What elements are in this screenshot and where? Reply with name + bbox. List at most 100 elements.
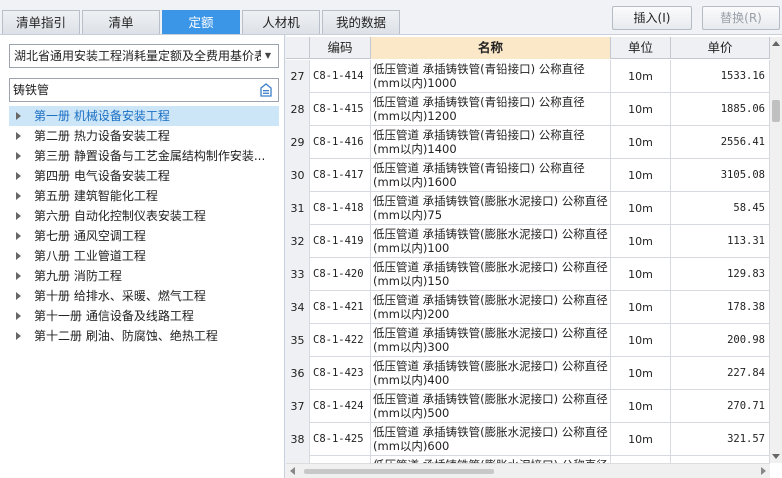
row-price: 1885.06	[671, 93, 770, 126]
scroll-right-icon[interactable]	[761, 467, 766, 475]
row-index: 34	[286, 291, 310, 324]
search-input-value: 铸铁管	[13, 83, 50, 97]
tree-item-label: 第十册 给排水、采暖、燃气工程	[34, 289, 206, 303]
locate-icon[interactable]	[259, 83, 273, 97]
row-code: C8-1-420	[310, 258, 371, 291]
row-index: 33	[286, 258, 310, 291]
scroll-left-icon[interactable]	[290, 467, 295, 475]
tree-item-label: 第三册 静置设备与工艺金属结构制作安装...	[34, 149, 266, 163]
expand-arrow-icon[interactable]	[16, 312, 21, 320]
header-index	[286, 37, 310, 59]
row-price: 200.98	[671, 324, 770, 357]
tree-item[interactable]: 第九册 消防工程	[9, 266, 279, 286]
table-row[interactable]: 35 C8-1-422 低压管道 承插铸铁管(膨胀水泥接口) 公称直径 (mm以内)…	[286, 324, 770, 357]
table-row[interactable]: 30 C8-1-417 低压管道 承插铸铁管(青铅接口) 公称直径(mm以内)160…	[286, 159, 770, 192]
row-index: 37	[286, 390, 310, 423]
tree-item[interactable]: 第十二册 刷油、防腐蚀、绝热工程	[9, 326, 279, 346]
row-name: 低压管道 承插铸铁管(青铅接口) 公称直径(mm以内)1600	[371, 159, 611, 192]
row-index: 28	[286, 93, 310, 126]
row-name: 低压管道 承插铸铁管(膨胀水泥接口) 公称直径 (mm以内)150	[371, 258, 611, 291]
table-row[interactable]: 32 C8-1-419 低压管道 承插铸铁管(膨胀水泥接口) 公称直径 (mm以内)…	[286, 225, 770, 258]
table-row[interactable]: 37 C8-1-424 低压管道 承插铸铁管(膨胀水泥接口) 公称直径 (mm以内)…	[286, 390, 770, 423]
scrollbar-thumb[interactable]	[772, 100, 780, 122]
search-input[interactable]: 铸铁管	[9, 78, 279, 102]
expand-arrow-icon[interactable]	[16, 232, 21, 240]
tree-item-label: 第四册 电气设备安装工程	[34, 169, 170, 183]
quota-grid: 编码 名称 单位 单价 27 C8-1-414 低压管道 承插铸铁管(青铅接口) 公…	[286, 35, 782, 478]
replace-button[interactable]: 替换(R)	[702, 6, 780, 30]
tree-item[interactable]: 第六册 自动化控制仪表安装工程	[9, 206, 279, 226]
scroll-up-icon[interactable]	[772, 41, 780, 46]
row-unit: 10m	[611, 423, 671, 456]
expand-arrow-icon[interactable]	[16, 252, 21, 260]
table-row[interactable]: 27 C8-1-414 低压管道 承插铸铁管(青铅接口) 公称直径(mm以内)100…	[286, 60, 770, 93]
row-name: 低压管道 承插铸铁管(膨胀水泥接口) 公称直径 (mm以内)400	[371, 357, 611, 390]
expand-arrow-icon[interactable]	[16, 272, 21, 280]
tree-item-label: 第二册 热力设备安装工程	[34, 129, 170, 143]
row-code: C8-1-425	[310, 423, 371, 456]
tab-list-guide[interactable]: 清单指引	[2, 10, 80, 34]
expand-arrow-icon[interactable]	[16, 332, 21, 340]
tree-item[interactable]: 第十一册 通信设备及线路工程	[9, 306, 279, 326]
tree-item[interactable]: 第一册 机械设备安装工程	[9, 106, 279, 126]
insert-button[interactable]: 插入(I)	[612, 6, 692, 30]
tab-list[interactable]: 清单	[82, 10, 160, 34]
vertical-scrollbar[interactable]	[770, 37, 782, 463]
table-row[interactable]: 31 C8-1-418 低压管道 承插铸铁管(膨胀水泥接口) 公称直径 (mm以内)…	[286, 192, 770, 225]
expand-arrow-icon[interactable]	[16, 192, 21, 200]
table-row[interactable]: 38 C8-1-425 低压管道 承插铸铁管(膨胀水泥接口) 公称直径 (mm以内)…	[286, 423, 770, 456]
expand-arrow-icon[interactable]	[16, 132, 21, 140]
row-index: 27	[286, 60, 310, 93]
row-code: C8-1-423	[310, 357, 371, 390]
tree-item[interactable]: 第三册 静置设备与工艺金属结构制作安装...	[9, 146, 279, 166]
expand-arrow-icon[interactable]	[16, 212, 21, 220]
chevron-down-icon[interactable]: ▼	[261, 45, 275, 67]
tab-labor-material-machine[interactable]: 人材机	[242, 10, 320, 34]
row-code: C8-1-417	[310, 159, 371, 192]
tab-quota[interactable]: 定额	[162, 10, 240, 34]
row-index: 36	[286, 357, 310, 390]
row-name: 低压管道 承插铸铁管(膨胀水泥接口) 公称直径 (mm以内)500	[371, 390, 611, 423]
row-price: 113.31	[671, 225, 770, 258]
tree-item[interactable]: 第八册 工业管道工程	[9, 246, 279, 266]
table-row[interactable]: 29 C8-1-416 低压管道 承插铸铁管(青铅接口) 公称直径(mm以内)140…	[286, 126, 770, 159]
row-code: C8-1-415	[310, 93, 371, 126]
row-name: 低压管道 承插铸铁管(膨胀水泥接口) 公称直径 (mm以内)600	[371, 423, 611, 456]
row-unit: 10m	[611, 159, 671, 192]
table-row[interactable]: 34 C8-1-421 低压管道 承插铸铁管(膨胀水泥接口) 公称直径 (mm以内)…	[286, 291, 770, 324]
row-code: C8-1-424	[310, 390, 371, 423]
row-code: C8-1-422	[310, 324, 371, 357]
tree-item[interactable]: 第二册 热力设备安装工程	[9, 126, 279, 146]
row-name: 低压管道 承插铸铁管(膨胀水泥接口) 公称直径 (mm以内)75	[371, 192, 611, 225]
row-price: 58.45	[671, 192, 770, 225]
tree-item[interactable]: 第五册 建筑智能化工程	[9, 186, 279, 206]
library-select[interactable]: 湖北省通用安装工程消耗量定额及全费用基价表 ▼	[9, 44, 279, 68]
row-unit: 10m	[611, 291, 671, 324]
tree-item[interactable]: 第十册 给排水、采暖、燃气工程	[9, 286, 279, 306]
header-price[interactable]: 单价	[671, 37, 770, 59]
table-row[interactable]: 36 C8-1-423 低压管道 承插铸铁管(膨胀水泥接口) 公称直径 (mm以内)…	[286, 357, 770, 390]
row-price: 1533.16	[671, 60, 770, 93]
row-price: 270.71	[671, 390, 770, 423]
row-unit: 10m	[611, 126, 671, 159]
table-row[interactable]: 33 C8-1-420 低压管道 承插铸铁管(膨胀水泥接口) 公称直径 (mm以内)…	[286, 258, 770, 291]
table-row[interactable]: 28 C8-1-415 低压管道 承插铸铁管(青铅接口) 公称直径(mm以内)120…	[286, 93, 770, 126]
tree-item[interactable]: 第七册 通风空调工程	[9, 226, 279, 246]
header-name[interactable]: 名称	[371, 37, 611, 59]
header-code[interactable]: 编码	[310, 37, 371, 59]
row-name: 低压管道 承插铸铁管(膨胀水泥接口) 公称直径 (mm以内)200	[371, 291, 611, 324]
expand-arrow-icon[interactable]	[16, 112, 21, 120]
left-panel: 湖北省通用安装工程消耗量定额及全费用基价表 ▼ 铸铁管 第一册 机械设备安装工程…	[0, 35, 285, 478]
expand-arrow-icon[interactable]	[16, 152, 21, 160]
horizontal-scrollbar[interactable]	[286, 463, 770, 478]
tree-item[interactable]: 第四册 电气设备安装工程	[9, 166, 279, 186]
expand-arrow-icon[interactable]	[16, 292, 21, 300]
row-unit: 10m	[611, 93, 671, 126]
tab-my-data[interactable]: 我的数据	[322, 10, 400, 34]
hscrollbar-thumb[interactable]	[304, 469, 494, 474]
row-price: 3105.08	[671, 159, 770, 192]
scroll-down-icon[interactable]	[772, 454, 780, 459]
row-unit: 10m	[611, 225, 671, 258]
expand-arrow-icon[interactable]	[16, 172, 21, 180]
header-unit[interactable]: 单位	[611, 37, 671, 59]
